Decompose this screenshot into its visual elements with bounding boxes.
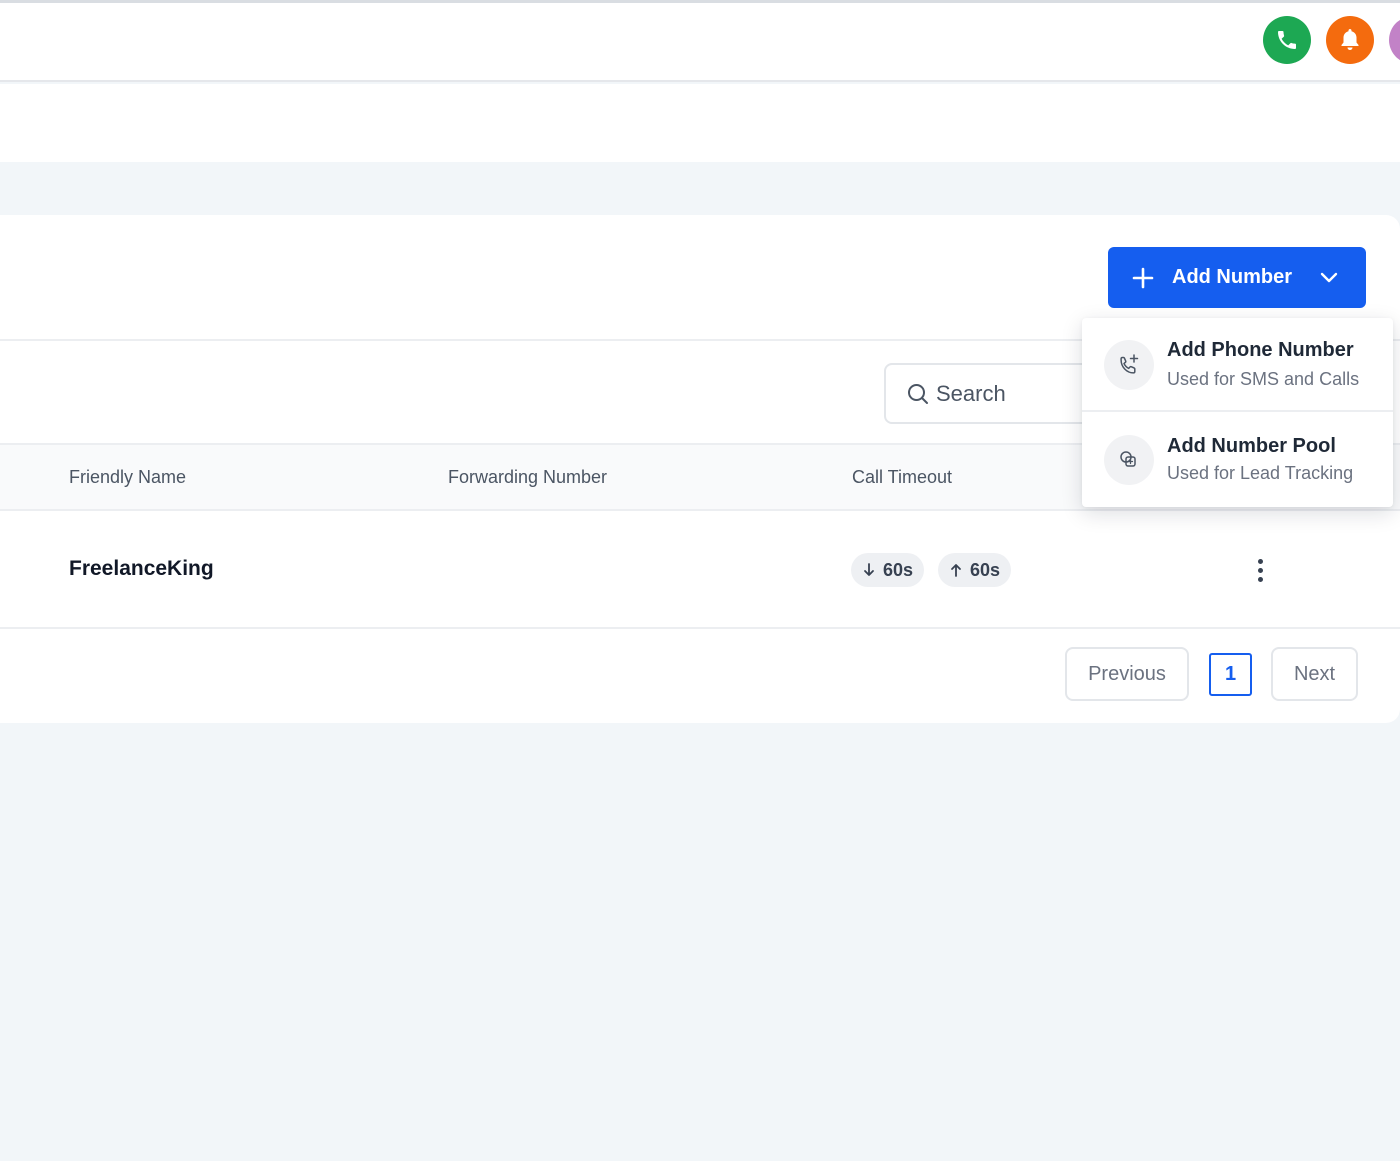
- previous-page-button[interactable]: Previous: [1065, 647, 1189, 701]
- add-phone-number-option[interactable]: Add Phone Number Used for SMS and Calls: [1082, 318, 1393, 412]
- row-actions-menu-icon[interactable]: [1248, 553, 1272, 587]
- outbound-timeout-value: 60s: [970, 559, 1001, 580]
- top-bar: [0, 0, 1400, 82]
- add-number-pool-subtitle: Used for Lead Tracking: [1167, 463, 1354, 483]
- kebab-dot: [1257, 567, 1263, 573]
- plus-icon: [1132, 267, 1154, 288]
- add-number-button[interactable]: Add Number: [1108, 247, 1366, 308]
- inbound-timeout-badge: 60s: [851, 553, 925, 587]
- next-page-button[interactable]: Next: [1271, 647, 1358, 701]
- number-pool-icon: [1104, 435, 1154, 485]
- bell-glyph: [1341, 29, 1359, 50]
- column-header-call-timeout[interactable]: Call Timeout: [852, 467, 952, 488]
- search-icon: [908, 383, 928, 404]
- inbound-timeout-value: 60s: [883, 559, 914, 580]
- column-header-forwarding-number[interactable]: Forwarding Number: [448, 467, 607, 488]
- kebab-dot: [1257, 576, 1263, 582]
- add-number-pool-title: Add Number Pool: [1167, 435, 1336, 457]
- add-phone-number-subtitle: Used for SMS and Calls: [1167, 369, 1360, 389]
- page-subheader: [0, 84, 1400, 162]
- phone-plus-icon: [1104, 340, 1154, 390]
- page-number-button[interactable]: 1: [1209, 653, 1252, 696]
- add-number-dropdown: Add Phone Number Used for SMS and Calls …: [1082, 318, 1393, 507]
- table-row: FreelanceKing 60s 60s: [0, 511, 1400, 629]
- outbound-timeout-badge: 60s: [938, 553, 1012, 587]
- add-phone-number-title: Add Phone Number: [1167, 339, 1354, 361]
- friendly-name-cell: FreelanceKing: [69, 557, 214, 580]
- phone-plus-glyph: [1120, 354, 1139, 374]
- user-avatar[interactable]: [1389, 16, 1400, 64]
- pagination: Previous 1 Next: [0, 631, 1400, 723]
- bell-icon[interactable]: [1326, 16, 1374, 64]
- arrow-up-icon: [951, 564, 961, 577]
- add-number-pool-option[interactable]: Add Number Pool Used for Lead Tracking: [1082, 413, 1393, 507]
- column-header-friendly-name[interactable]: Friendly Name: [69, 467, 186, 488]
- arrow-down-icon: [864, 563, 874, 576]
- chevron-down-icon: [1320, 272, 1338, 283]
- phone-icon[interactable]: [1263, 16, 1311, 64]
- number-pool-glyph: [1120, 451, 1136, 467]
- add-number-label: Add Number: [1172, 266, 1292, 288]
- kebab-dot: [1257, 558, 1263, 564]
- phone-glyph: [1278, 31, 1296, 49]
